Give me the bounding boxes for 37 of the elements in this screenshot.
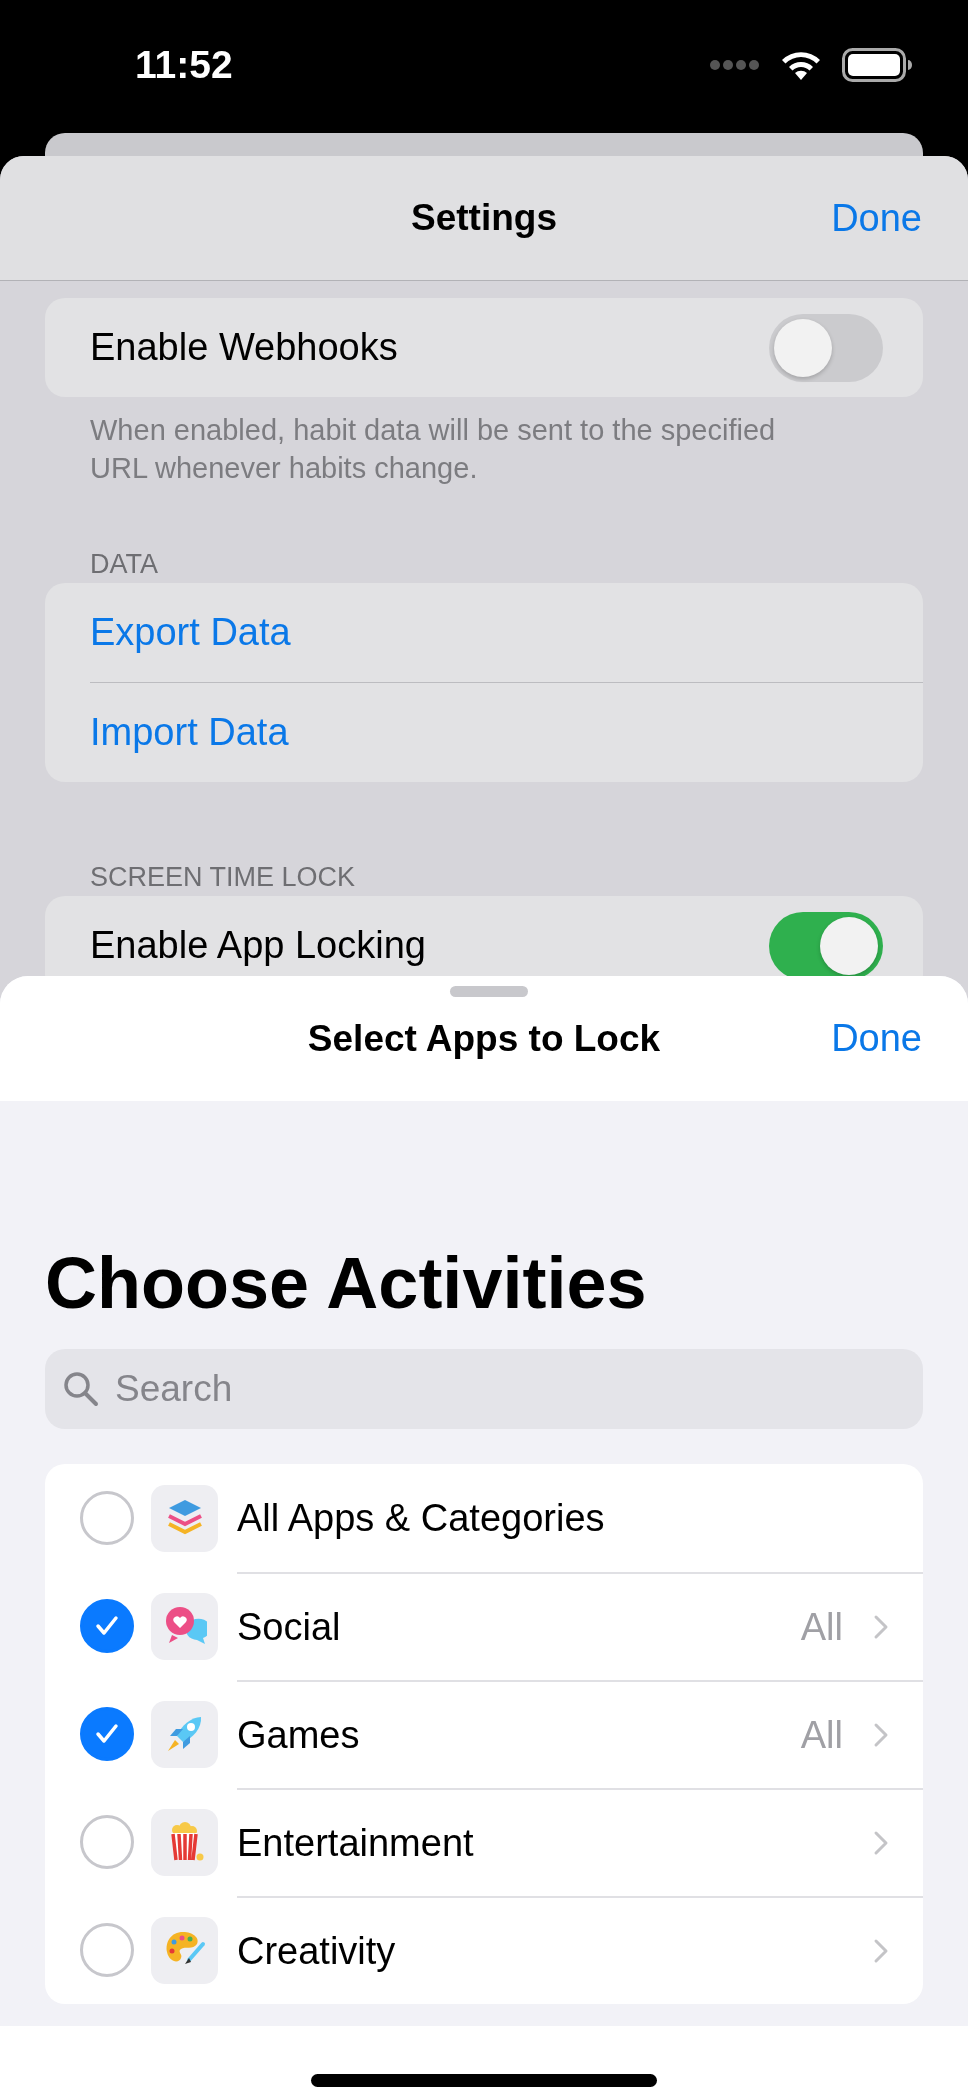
setting-label: Enable App Locking (90, 924, 426, 967)
home-indicator[interactable] (311, 2074, 657, 2087)
selection-circle[interactable] (80, 1707, 134, 1761)
page-heading: Choose Activities (45, 1243, 648, 1323)
setting-label: Enable Webhooks (90, 326, 398, 369)
no-signal-icon (710, 58, 760, 71)
selection-circle[interactable] (80, 1599, 134, 1653)
chevron-icon (873, 1938, 889, 1964)
section-footer: When enabled, habit data will be sent to the specified URL whenever habits change. (90, 411, 838, 487)
chevron-icon (873, 1614, 889, 1640)
category-label: Games (237, 1713, 361, 1757)
category-detail: All (800, 1605, 843, 1649)
done-button[interactable]: Done (831, 1017, 922, 1060)
status-time: 11:52 (135, 42, 233, 87)
chevron-icon (873, 1830, 889, 1856)
section-header: SCREEN TIME LOCK (90, 862, 357, 894)
search-icon (63, 1371, 99, 1407)
sheet-title: Settings (411, 197, 557, 239)
search-field[interactable]: Search (45, 1349, 923, 1429)
category-row[interactable]: All Apps & Categories (45, 1464, 923, 1572)
chevron-icon (873, 1722, 889, 1748)
category-row[interactable]: Entertainment (45, 1788, 923, 1896)
category-row[interactable]: Creativity (45, 1896, 923, 2004)
category-label: Social (237, 1605, 342, 1649)
category-label: All Apps & Categories (237, 1496, 606, 1540)
grabber-handle[interactable] (450, 986, 528, 997)
category-label: Creativity (237, 1929, 397, 1973)
category-row[interactable]: Games All (45, 1680, 923, 1788)
sheet-title: Select Apps to Lock (307, 1017, 661, 1060)
category-label: Entertainment (237, 1821, 475, 1865)
selection-circle[interactable] (80, 1923, 134, 1977)
category-detail: All (800, 1713, 843, 1757)
battery-icon (842, 47, 912, 82)
section-header: DATA (90, 549, 159, 581)
category-row[interactable]: Social All (45, 1572, 923, 1680)
selection-circle[interactable] (80, 1491, 134, 1545)
selection-circle[interactable] (80, 1815, 134, 1869)
